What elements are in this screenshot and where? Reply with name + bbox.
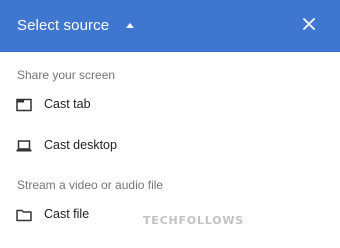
- cast-desktop-option[interactable]: Cast desktop: [0, 131, 340, 161]
- caret-up-icon[interactable]: [126, 23, 134, 28]
- folder-icon: [16, 209, 32, 222]
- source-selector-header: Select source: [0, 0, 340, 52]
- close-icon[interactable]: [300, 15, 318, 33]
- cast-file-label: Cast file: [44, 207, 90, 221]
- header-title[interactable]: Select source: [17, 17, 109, 34]
- section-label-share-screen: Share your screen: [17, 68, 116, 82]
- cast-desktop-label: Cast desktop: [44, 138, 117, 152]
- watermark: TECHFOLLOWS: [143, 214, 244, 227]
- laptop-icon: [16, 140, 32, 152]
- section-label-stream-file: Stream a video or audio file: [17, 178, 164, 192]
- tab-icon: [16, 98, 32, 112]
- cast-tab-option[interactable]: Cast tab: [0, 90, 340, 120]
- cast-tab-label: Cast tab: [44, 97, 91, 111]
